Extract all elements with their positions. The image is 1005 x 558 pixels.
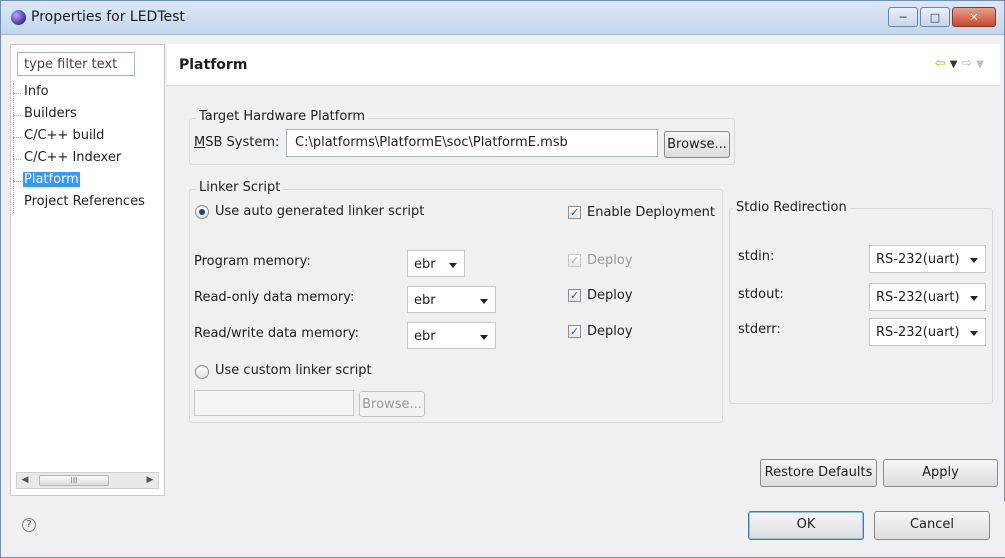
title-bar[interactable]: Properties for LEDTest ─ □ ✕ bbox=[1, 1, 1004, 35]
stdio-redirection-group-label: Stdio Redirection bbox=[733, 200, 850, 215]
target-hardware-group-label: Target Hardware Platform bbox=[196, 109, 369, 124]
readwrite-memory-value: ebr bbox=[414, 329, 436, 344]
msb-system-label: MSB System: bbox=[194, 135, 280, 150]
enable-deployment-label: Enable Deployment bbox=[587, 205, 715, 220]
auto-linker-radio[interactable] bbox=[195, 205, 209, 219]
scroll-left-icon[interactable]: ◀ bbox=[18, 474, 32, 487]
readwrite-memory-select[interactable]: ebr bbox=[407, 322, 496, 349]
maximize-icon: □ bbox=[929, 10, 941, 24]
custom-linker-radio[interactable] bbox=[195, 365, 209, 379]
apply-button[interactable]: Apply bbox=[883, 459, 998, 487]
program-memory-deploy-checkbox: ✓ bbox=[568, 254, 581, 267]
restore-defaults-button[interactable]: Restore Defaults bbox=[760, 459, 877, 487]
filter-input[interactable] bbox=[17, 52, 135, 76]
tree-item-project-references[interactable]: Project References bbox=[21, 193, 161, 213]
chevron-down-icon bbox=[970, 296, 978, 301]
enable-deployment-checkbox[interactable]: ✓ bbox=[568, 206, 581, 219]
readwrite-memory-deploy-checkbox[interactable]: ✓ bbox=[568, 325, 581, 338]
minimize-icon: ─ bbox=[899, 10, 907, 24]
maximize-button[interactable]: □ bbox=[920, 7, 950, 27]
linker-script-group-label: Linker Script bbox=[196, 180, 284, 195]
stderr-label: stderr: bbox=[738, 322, 781, 337]
history-nav: ⇦▼⇨▼ bbox=[935, 56, 988, 71]
stdin-label: stdin: bbox=[738, 249, 775, 264]
chevron-down-icon bbox=[449, 263, 457, 268]
custom-linker-field bbox=[194, 390, 354, 416]
cancel-button[interactable]: Cancel bbox=[874, 511, 990, 540]
custom-linker-browse-button: Browse... bbox=[359, 391, 425, 417]
window-controls: ─ □ ✕ bbox=[888, 7, 996, 27]
tree-item-label: Platform bbox=[23, 172, 80, 187]
stdout-label: stdout: bbox=[738, 287, 784, 302]
eclipse-icon bbox=[11, 10, 26, 25]
msb-browse-button[interactable]: Browse... bbox=[664, 131, 730, 158]
help-icon[interactable]: ? bbox=[22, 518, 36, 532]
readonly-memory-label: Read-only data memory: bbox=[194, 290, 355, 305]
program-memory-label: Program memory: bbox=[194, 254, 311, 269]
readwrite-memory-deploy-label: Deploy bbox=[587, 324, 633, 339]
readwrite-memory-label: Read/write data memory: bbox=[194, 326, 360, 341]
chevron-down-icon bbox=[970, 258, 978, 263]
chevron-down-icon bbox=[480, 335, 488, 340]
chevron-down-icon bbox=[480, 299, 488, 304]
tree-item-label: C/C++ build bbox=[24, 128, 105, 143]
tree-item-label: Builders bbox=[24, 106, 77, 121]
tree-item-label: Info bbox=[24, 84, 49, 99]
scroll-right-icon[interactable]: ▶ bbox=[143, 474, 157, 487]
minimize-button[interactable]: ─ bbox=[888, 7, 918, 27]
tree-connector bbox=[13, 83, 14, 213]
program-memory-select[interactable]: ebr bbox=[407, 250, 465, 277]
stdout-select[interactable]: RS-232(uart) bbox=[869, 283, 986, 311]
readonly-memory-value: ebr bbox=[414, 293, 436, 308]
tree-item-label: Project References bbox=[24, 194, 145, 209]
custom-linker-label: Use custom linker script bbox=[215, 363, 372, 378]
window-title: Properties for LEDTest bbox=[31, 9, 185, 25]
stderr-select[interactable]: RS-232(uart) bbox=[869, 318, 986, 346]
auto-linker-label: Use auto generated linker script bbox=[215, 204, 425, 219]
ok-button[interactable]: OK bbox=[748, 511, 864, 540]
page-title: Platform bbox=[179, 57, 248, 73]
stdout-value: RS-232(uart) bbox=[876, 290, 960, 305]
stdin-value: RS-232(uart) bbox=[876, 252, 960, 267]
close-icon: ✕ bbox=[969, 10, 979, 24]
stderr-value: RS-232(uart) bbox=[876, 325, 960, 340]
msb-system-field[interactable]: C:\platforms\PlatformE\soc\PlatformE.msb bbox=[286, 129, 658, 157]
program-memory-value: ebr bbox=[414, 257, 436, 272]
tree-horizontal-scrollbar[interactable]: ◀ III ▶ bbox=[16, 472, 159, 489]
scroll-thumb[interactable]: III bbox=[39, 475, 109, 486]
back-menu-icon[interactable]: ▼ bbox=[950, 59, 962, 70]
stdin-select[interactable]: RS-232(uart) bbox=[869, 245, 986, 273]
readonly-memory-select[interactable]: ebr bbox=[407, 286, 496, 313]
readonly-memory-deploy-checkbox[interactable]: ✓ bbox=[568, 289, 581, 302]
chevron-down-icon bbox=[970, 331, 978, 336]
properties-dialog: Properties for LEDTest ─ □ ✕ Info Builde… bbox=[0, 0, 1005, 558]
tree-item-label: C/C++ Indexer bbox=[24, 150, 122, 165]
forward-arrow-icon[interactable]: ⇨ bbox=[961, 56, 976, 71]
page-header: Platform ⇦▼⇨▼ bbox=[167, 44, 1000, 86]
close-button[interactable]: ✕ bbox=[952, 7, 996, 27]
program-memory-deploy-label: Deploy bbox=[587, 253, 633, 268]
back-arrow-icon[interactable]: ⇦ bbox=[935, 56, 950, 71]
readonly-memory-deploy-label: Deploy bbox=[587, 288, 633, 303]
forward-menu-icon[interactable]: ▼ bbox=[976, 59, 988, 70]
